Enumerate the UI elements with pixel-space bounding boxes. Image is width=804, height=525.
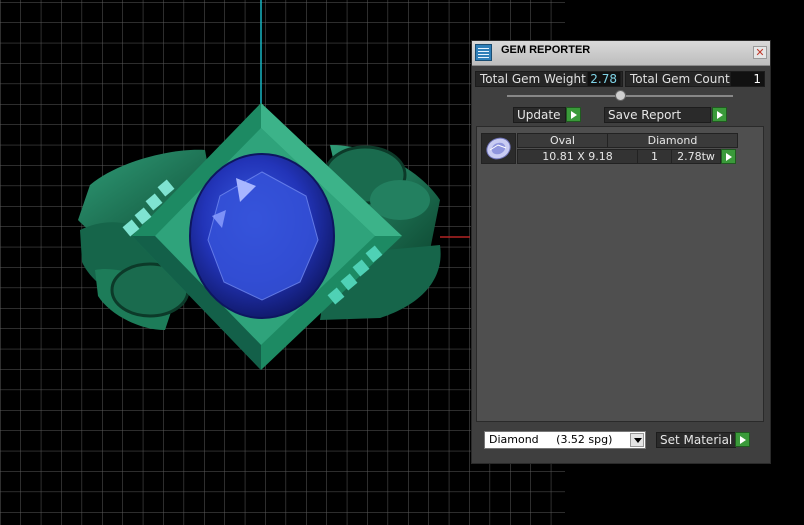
- total-gem-count-value: 1: [730, 71, 765, 87]
- oval-gem-icon[interactable]: [481, 133, 516, 164]
- save-report-button[interactable]: Save Report: [604, 107, 711, 123]
- total-gem-weight-value: 2.78: [587, 71, 621, 87]
- material-select[interactable]: Diamond (3.52 spg): [484, 431, 646, 449]
- set-material-button[interactable]: Set Material: [656, 432, 736, 448]
- save-report-play-icon[interactable]: [712, 107, 727, 122]
- report-area: [476, 126, 764, 422]
- title-bar[interactable]: GEM REPORTER ✕: [472, 41, 770, 66]
- row-play-icon[interactable]: [721, 149, 736, 164]
- chevron-down-icon[interactable]: [630, 433, 644, 447]
- window-title: GEM REPORTER: [501, 44, 591, 56]
- gem-weight-cell: 2.78tw: [671, 149, 721, 164]
- slider-handle[interactable]: [615, 90, 626, 101]
- gem-reporter-icon: [475, 44, 492, 61]
- column-header-material: Diamond: [607, 133, 738, 148]
- close-icon[interactable]: ✕: [753, 46, 767, 59]
- material-select-value: Diamond (3.52 spg): [489, 433, 613, 446]
- column-header-shape: Oval: [517, 133, 608, 148]
- set-material-play-icon[interactable]: [735, 432, 750, 447]
- gem-size-cell: 10.81 X 9.18: [517, 149, 638, 164]
- gem-count-cell: 1: [637, 149, 672, 164]
- update-play-icon[interactable]: [566, 107, 581, 122]
- update-button[interactable]: Update: [513, 107, 566, 123]
